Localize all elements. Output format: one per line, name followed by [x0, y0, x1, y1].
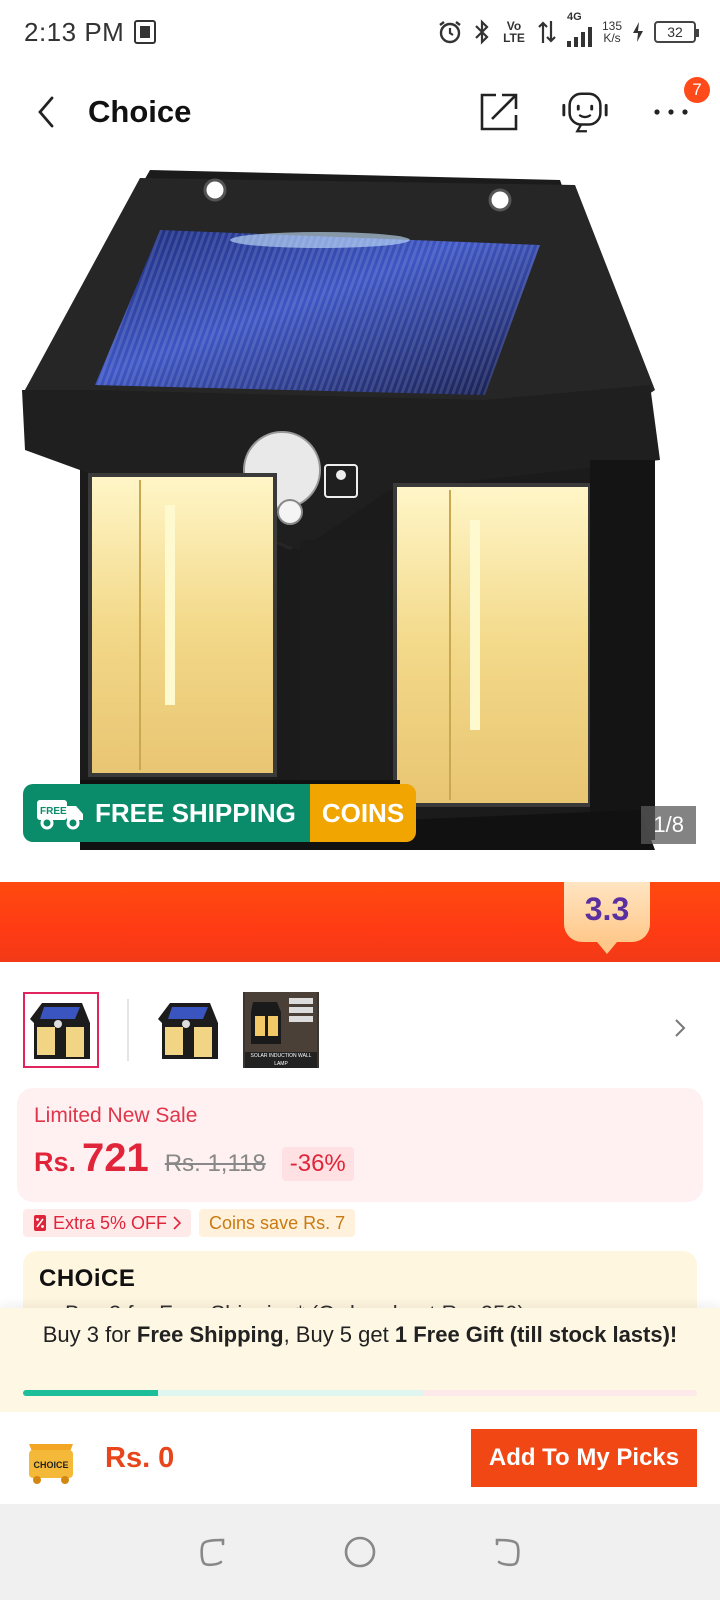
home-button[interactable]	[338, 1530, 382, 1574]
offer-tags: Extra 5% OFF Coins save Rs. 7	[23, 1209, 356, 1237]
free-shipping-text: FREE SHIPPING	[95, 797, 296, 828]
bluetooth-icon	[473, 19, 491, 45]
status-bar: 2:13 PM Vo LTE 4G 135 K/s 32	[0, 0, 720, 64]
customer-service-button[interactable]	[560, 87, 610, 137]
bundle-text-3: , Buy 5 get	[283, 1322, 395, 1347]
lamp-thumbnail-icon	[30, 1003, 90, 1059]
notification-badge: 7	[684, 77, 710, 103]
cart-label: CHOICE	[33, 1460, 68, 1470]
promo-band[interactable]: 3.3	[0, 882, 720, 962]
price-currency: Rs.	[34, 1147, 77, 1177]
support-robot-icon	[562, 92, 608, 133]
recents-icon	[200, 1538, 225, 1567]
discount-badge: -36%	[281, 1147, 354, 1181]
thumbnails-more-button[interactable]	[674, 1018, 686, 1043]
solar-wall-lamp-image	[22, 170, 660, 850]
choice-cart-button[interactable]: CHOICE	[23, 1430, 79, 1486]
bottom-action-bar: CHOICE Rs. 0 Add To My Picks	[0, 1412, 720, 1504]
chevron-right-icon	[173, 1216, 182, 1230]
data-arrows-icon	[537, 19, 557, 45]
net-speed: 135 K/s	[602, 20, 622, 44]
bundle-text-2: Free Shipping	[136, 1322, 284, 1347]
alarm-icon	[437, 19, 463, 45]
thumbnail-strip: SOLAR INDUCTION WALL LAMP	[0, 990, 720, 1070]
coins-label: COINS	[309, 784, 417, 842]
progress-remaining	[424, 1390, 697, 1396]
image-counter: 1/8	[641, 806, 696, 844]
sale-label: Limited New Sale	[34, 1104, 198, 1127]
header-actions: 7	[474, 77, 710, 137]
price-row: Rs. 721 Rs. 1,118 -36%	[34, 1136, 686, 1181]
truck-free-text: FREE	[40, 806, 67, 817]
charging-icon	[632, 21, 644, 43]
more-menu-button[interactable]: 7	[646, 77, 710, 137]
promo-badge: 3.3	[564, 882, 650, 954]
chevron-right-icon	[675, 1018, 686, 1037]
choice-cart-icon: CHOICE	[29, 1444, 73, 1484]
back-nav-button[interactable]	[485, 1530, 529, 1574]
lamp-scene-thumbnail-icon	[245, 992, 317, 1052]
volte-indicator: Vo LTE	[503, 19, 525, 45]
lamp-thumbnail-icon	[158, 1003, 218, 1059]
system-navigation-bar	[0, 1504, 720, 1600]
free-shipping-coins-banner: FREE FREE SHIPPING COINS	[23, 784, 417, 842]
thumbnail-3[interactable]: SOLAR INDUCTION WALL LAMP	[243, 992, 319, 1068]
free-shipping-label: FREE FREE SHIPPING	[23, 784, 310, 842]
progress-filled	[23, 1390, 158, 1396]
bundle-text-4: 1 Free Gift (till stock lasts)!	[394, 1322, 678, 1347]
price-card: Limited New Sale Rs. 721 Rs. 1,118 -36%	[17, 1088, 703, 1202]
choice-card[interactable]: CHOiCE Buy 3 for Free Shipping* (Order a…	[23, 1251, 697, 1311]
bundle-text-1: Buy 3 for	[42, 1322, 137, 1347]
home-circle-icon	[344, 1536, 376, 1568]
extra-off-text: Extra 5% OFF	[53, 1213, 168, 1233]
more-dots-icon	[654, 109, 688, 115]
thumbnail-divider	[127, 999, 129, 1061]
recent-apps-button[interactable]	[191, 1530, 235, 1574]
extra-off-tag[interactable]: Extra 5% OFF	[23, 1209, 192, 1237]
truck-icon: FREE	[35, 796, 85, 830]
net-speed-unit: K/s	[603, 31, 621, 45]
thumbnail-caption: SOLAR INDUCTION WALL LAMP	[245, 1052, 317, 1068]
choice-logo: CHOiCE	[39, 1265, 136, 1292]
signal-icon: 4G	[566, 11, 592, 47]
sim-card-icon	[134, 20, 157, 44]
current-price: 721	[82, 1136, 149, 1180]
page-title: Choice	[88, 94, 192, 129]
share-button[interactable]	[474, 87, 524, 137]
back-button[interactable]	[24, 90, 68, 134]
thumbnail-2[interactable]	[151, 992, 227, 1068]
picks-total: Rs. 0	[105, 1441, 175, 1474]
network-type: 4G	[566, 11, 582, 23]
coupon-icon	[34, 1215, 46, 1231]
coins-save-tag: Coins save Rs. 7	[199, 1209, 356, 1237]
status-icons: Vo LTE 4G 135 K/s 32	[437, 11, 699, 47]
thumbnail-1[interactable]	[23, 992, 99, 1068]
status-time: 2:13 PM	[24, 16, 125, 47]
bundle-offer-text: Buy 3 for Free Shipping, Buy 5 get 1 Fre…	[0, 1308, 720, 1347]
app-header: Choice 7	[0, 72, 720, 152]
back-arrow-icon	[495, 1538, 520, 1567]
progress-next	[157, 1390, 425, 1396]
add-to-picks-button[interactable]: Add To My Picks	[471, 1429, 697, 1487]
product-image-carousel[interactable]: FREE FREE SHIPPING COINS 1/8	[0, 160, 720, 880]
chevron-left-icon	[38, 96, 54, 128]
bundle-progress-bar	[23, 1390, 697, 1396]
original-price: Rs. 1,118	[164, 1150, 266, 1177]
bundle-offer-banner: Buy 3 for Free Shipping, Buy 5 get 1 Fre…	[0, 1308, 720, 1412]
battery-icon: 32	[654, 21, 699, 43]
share-icon	[480, 93, 518, 131]
